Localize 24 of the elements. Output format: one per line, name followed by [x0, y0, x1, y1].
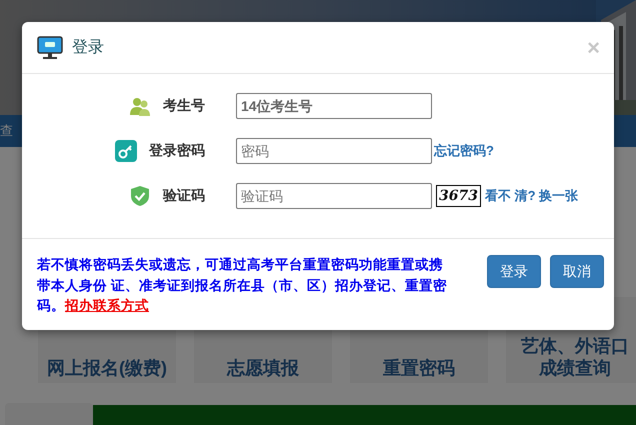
key-icon [115, 140, 137, 162]
shield-check-icon [129, 184, 151, 206]
tile-label: 重置密码 [383, 357, 455, 379]
link[interactable]: 忘记密码? [434, 142, 494, 160]
tile-label: 志愿填报 [227, 357, 299, 379]
nav-link[interactable]: 查 [0, 122, 13, 140]
field-label: 考生号 [163, 96, 205, 114]
dialog-button[interactable]: 取消 [550, 255, 604, 288]
field-label: 验证码 [163, 186, 205, 204]
contact-link[interactable]: 招办联系方式 [65, 298, 149, 313]
dialog-button[interactable]: 登录 [487, 255, 541, 288]
tab[interactable] [5, 403, 93, 425]
input-field[interactable]: 密码 [236, 138, 432, 164]
tile-label: 网上报名(缴费) [47, 357, 167, 379]
link[interactable]: 看不 清? 换一张 [485, 186, 578, 204]
input-field[interactable]: 验证码 [236, 182, 432, 208]
tile-label: 艺体、外语口 [521, 335, 629, 357]
input-field[interactable]: 14位考生号 [236, 92, 432, 118]
monitor-icon [37, 36, 63, 60]
dialog-title: 登录 [72, 38, 105, 58]
captcha-image[interactable]: 3673 [436, 184, 481, 206]
notice-text: 若不慎将密码丢失或遗忘，可通过高考平台重置密码功能重置或携带本人身份 证、准考证到报名所在县（市、区）招办登记、重置密码。招办联系方式 [37, 256, 448, 315]
tile-label: 成绩查询 [539, 357, 611, 379]
field-label: 登录密码 [149, 142, 205, 160]
